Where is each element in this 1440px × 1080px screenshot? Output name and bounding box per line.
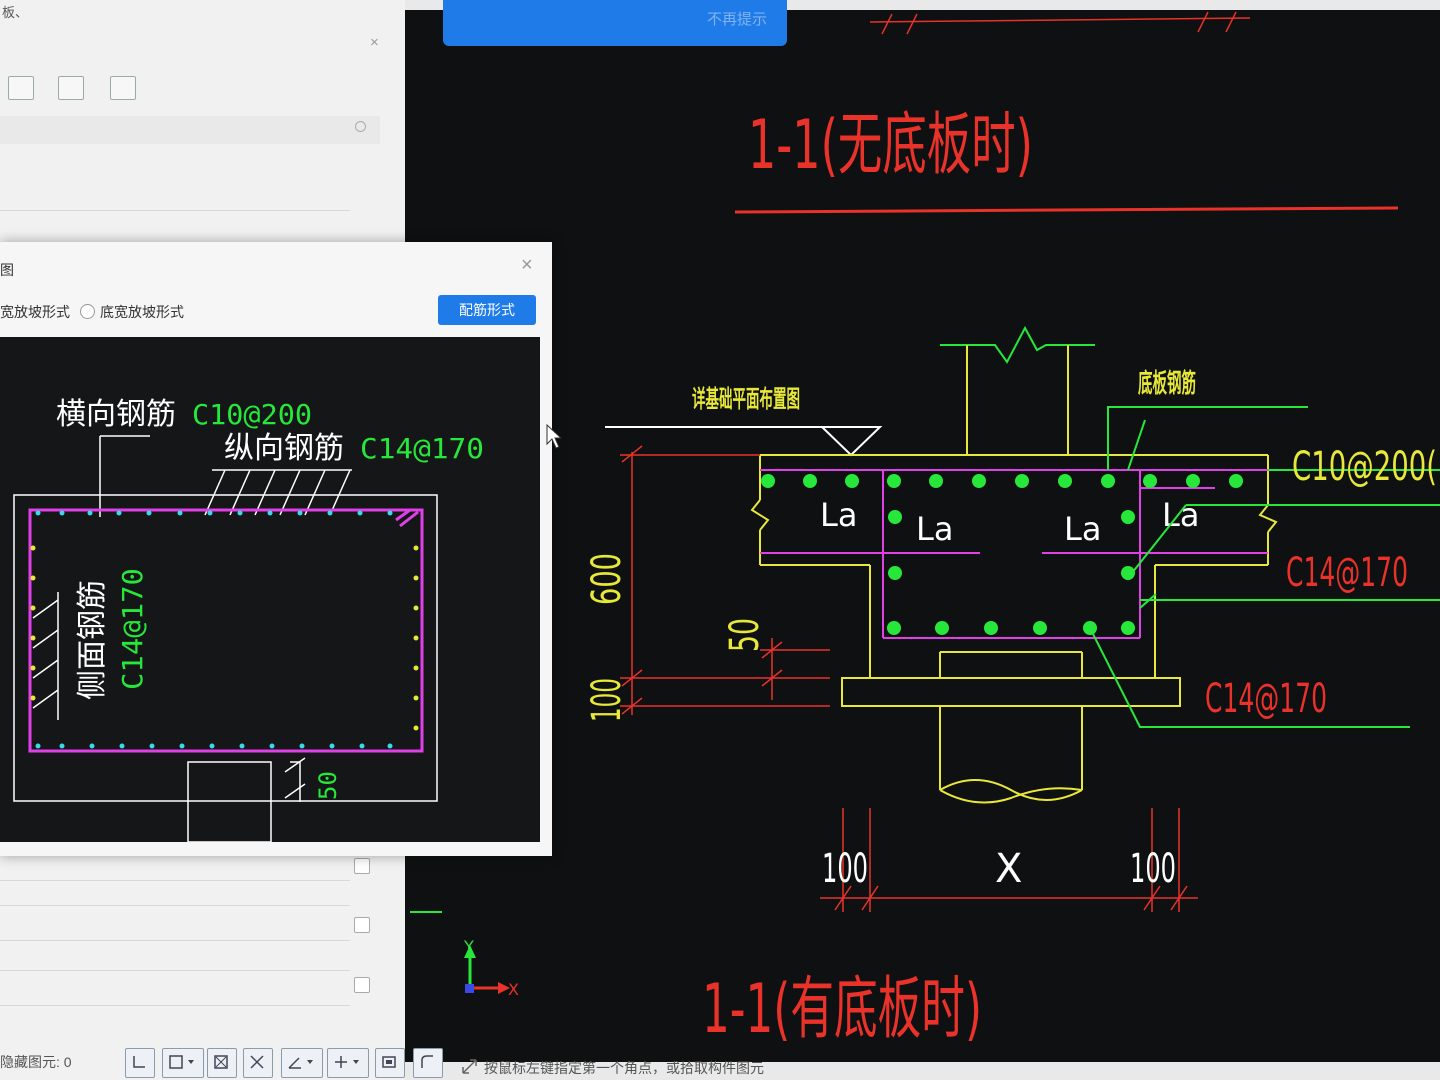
panel-close-button[interactable]: ×: [370, 34, 379, 51]
resize-arrow-icon: [462, 1059, 477, 1074]
dialog-title: 图: [0, 262, 14, 278]
preview-dim-50: 50: [314, 771, 342, 800]
layers-icon[interactable]: [58, 76, 84, 100]
option-label: 宽放坡形式: [0, 304, 70, 320]
rebar-spec-c10: C10@200(: [1292, 444, 1437, 490]
dialog-preview-canvas: 横向钢筋 C10@200 纵向钢筋 C14@170 侧面钢筋 C14@170 5…: [0, 337, 540, 843]
rebar-form-button[interactable]: 配筋形式: [438, 295, 536, 325]
divider: [0, 210, 350, 211]
dim-x: X: [995, 846, 1022, 892]
la-label: La: [1064, 510, 1101, 548]
slope-option-2[interactable]: 底宽放坡形式: [80, 302, 184, 322]
dim-600: 600: [584, 553, 630, 605]
list-icon[interactable]: [110, 76, 136, 100]
foundation-ref-label: 详基础平面布置图: [692, 385, 800, 413]
section-preview: 横向钢筋 C10@200 纵向钢筋 C14@170 侧面钢筋 C14@170 5…: [13, 397, 484, 843]
longitudinal-rebar-value: C14@170: [360, 432, 484, 465]
cross-select-icon[interactable]: [243, 1048, 273, 1078]
divider: [0, 970, 350, 971]
list-checkbox[interactable]: [354, 858, 370, 874]
list-checkbox[interactable]: [354, 917, 370, 933]
panel-toolbar: [0, 70, 400, 106]
axis-x-label: X: [508, 980, 519, 999]
divider: [0, 940, 350, 941]
search-icon[interactable]: [355, 121, 366, 132]
cad-viewport[interactable]: 1-1(无底板时) 详基础平面布置图 La La La La 底板钢筋 C10@…: [405, 10, 1440, 1062]
dont-show-again-link[interactable]: 不再提示: [707, 8, 767, 29]
axis-y-label: Y: [463, 937, 474, 956]
edit-icon[interactable]: [8, 76, 34, 100]
osnap-icon[interactable]: [327, 1048, 369, 1078]
la-label: La: [820, 496, 857, 534]
option-label: 底宽放坡形式: [100, 304, 184, 320]
cad-drawing: 1-1(无底板时) 详基础平面布置图 La La La La 底板钢筋 C10@…: [410, 11, 1440, 1049]
panel-title: 板、: [2, 5, 29, 20]
rebar-spec-c14-bottom: C14@170: [1205, 676, 1327, 722]
horizontal-rebar-value: C10@200: [192, 398, 312, 431]
ucs-axis-icon: Y X: [463, 937, 519, 999]
list-checkbox[interactable]: [354, 977, 370, 993]
radio-button[interactable]: [80, 304, 95, 319]
hidden-elements-count: 隐藏图元: 0: [0, 1054, 72, 1070]
side-rebar-value: C14@170: [116, 568, 149, 690]
divider: [0, 1005, 350, 1006]
dim-50: 50: [722, 618, 768, 652]
snap-rect-icon[interactable]: [162, 1048, 204, 1078]
bottom-rebar-label: 底板钢筋: [1138, 368, 1196, 399]
dim-100: 100: [584, 678, 630, 722]
slope-option-1[interactable]: 宽放坡形式: [0, 302, 70, 322]
divider: [0, 880, 350, 881]
zoom-window-icon[interactable]: [207, 1048, 237, 1078]
divider: [0, 905, 350, 906]
vertical-dimensions: [620, 445, 830, 715]
layer-display-icon[interactable]: [375, 1048, 405, 1078]
longitudinal-rebar-label: 纵向钢筋: [224, 431, 344, 466]
command-prompt: 按鼠标左键指定第一个角点，或拾取构件图元: [484, 1060, 764, 1076]
dim-100-right: 100: [1130, 846, 1176, 892]
mouse-cursor-icon: [546, 424, 562, 449]
side-rebar-label: 侧面钢筋: [75, 580, 110, 700]
section-title-bottom: 1-1(有底板时): [702, 970, 982, 1049]
la-label: La: [916, 510, 953, 548]
notification-banner: 不再提示: [443, 0, 787, 46]
dim-100-left: 100: [822, 846, 868, 892]
section-title-top: 1-1(无底板时): [748, 106, 1033, 185]
column-break-line: [940, 325, 1095, 364]
ortho-icon[interactable]: [125, 1048, 155, 1078]
dialog-close-button[interactable]: ×: [521, 254, 533, 277]
angle-icon[interactable]: [281, 1048, 323, 1078]
rebar-diagram-dialog: 图 × 宽放坡形式 底宽放坡形式 配筋形式 横向钢筋 C10@200 纵向钢筋 …: [0, 242, 552, 856]
elevation-marker: [819, 426, 883, 457]
dynamic-input-icon[interactable]: [413, 1048, 443, 1078]
rebar-spec-c14-side: C14@170: [1286, 550, 1408, 596]
search-input[interactable]: [0, 116, 380, 144]
title-underline: [734, 206, 1399, 214]
horizontal-rebar-label: 横向钢筋: [56, 397, 176, 432]
top-dimension-ticks: [869, 11, 1251, 35]
